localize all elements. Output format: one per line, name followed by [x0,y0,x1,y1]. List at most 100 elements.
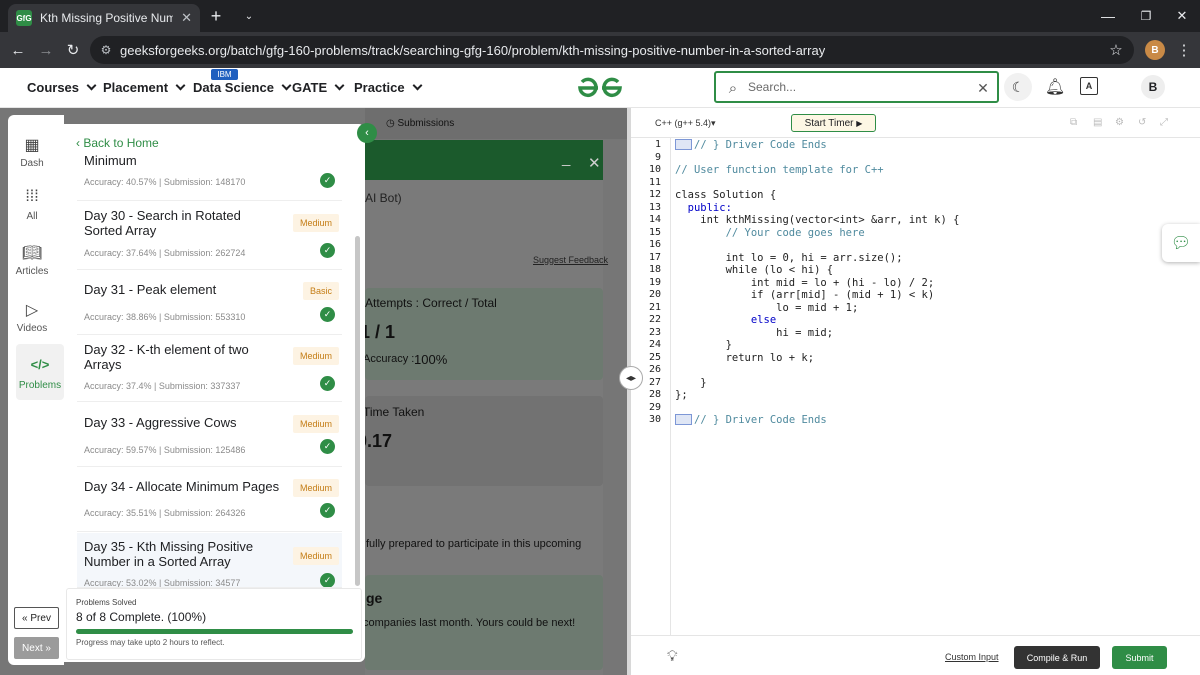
search-placeholder: Search... [748,80,797,94]
line-number: 9 [654,151,661,163]
promo-heading: ge [366,590,383,606]
line-number: 14 [648,214,661,225]
tab-search-chevron-icon[interactable]: ⌄ [240,7,258,25]
code-line: lo = mid + 1; [675,301,859,314]
sidebar-item-label: Articles [15,266,49,277]
list-item[interactable]: Day 31 - Peak element Basic Accuracy: 38… [77,271,342,335]
chevron-down-icon [334,80,345,91]
nav-data-science[interactable]: Data Science [193,80,292,95]
browser-tab[interactable]: GfG Kth Missing Positive Number in ✕ [8,4,200,32]
bell-icon[interactable]: 🔔︎ [1044,75,1066,99]
start-timer-button[interactable]: Start Timer ▶ [791,114,876,132]
line-number: 1 [654,139,661,150]
difficulty-badge: Medium [292,479,339,497]
collapse-panel-icon[interactable]: ‹ [357,123,377,143]
address-bar[interactable]: ⚙ geeksforgeeks.org/batch/gfg-160-proble… [90,36,1134,64]
nav-gate[interactable]: GATE [292,80,345,95]
code-line: // } Driver Code Ends [694,139,827,151]
submissions-tab-label: Submissions [397,118,455,129]
translate-icon[interactable]: A [1080,77,1098,95]
search-icon: ⌕ [728,79,738,97]
double-chevron-left-icon: « [22,612,31,624]
fold-marker-icon[interactable] [675,139,692,150]
code-line: hi = mid; [675,326,834,339]
profile-avatar[interactable]: B [1145,40,1165,60]
sidebar-item-dash[interactable]: ▦ Dash [0,135,64,169]
bookmark-star-icon[interactable]: ☆ [1106,40,1126,60]
minimize-icon[interactable]: — [1098,6,1118,26]
clear-search-icon[interactable]: ✕ [974,79,992,97]
browser-tab-bar: GfG Kth Missing Positive Number in ✕ + ⌄… [0,0,1200,32]
close-bot-icon[interactable]: ✕ [588,154,601,172]
line-number: 10 [648,164,661,175]
problem-accuracy: Accuracy: 35.51% | Submission: 264326 [84,508,246,518]
code-line: int mid = lo + (hi - lo) / 2; [675,276,935,289]
code-line: int kthMissing(vector<int> &arr, int k) … [675,214,960,226]
time-taken-label: Time Taken [363,405,425,419]
dark-mode-icon[interactable]: ☾ [1004,73,1032,101]
prev-button[interactable]: « Prev [14,607,59,629]
promo-text: companies last month. Yours could be nex… [363,617,576,629]
back-to-home-link[interactable]: ‹ Back to Home [76,136,159,150]
compile-run-button[interactable]: Compile & Run [1014,646,1100,669]
problem-accuracy: Accuracy: 37.64% | Submission: 262724 [84,248,246,258]
list-item[interactable]: Day 32 - K-th element of two Arrays Medi… [77,336,342,402]
custom-input-link[interactable]: Custom Input [945,652,999,662]
next-button[interactable]: Next » [14,637,59,659]
restore-icon[interactable]: ❐ [1136,6,1156,26]
play-icon: ▶ [856,118,863,128]
list-item[interactable]: Minimum Accuracy: 40.57% | Submission: 1… [77,154,342,201]
fullscreen-icon[interactable]: ⤢ [1160,117,1168,128]
nav-label: Data Science [193,80,274,95]
check-icon: ✓ [320,173,335,188]
new-tab-icon[interactable]: + [206,6,226,26]
sidebar-item-label: Videos [16,323,48,334]
resize-handle-icon[interactable]: ◂▸ [619,366,643,390]
list-scrollbar[interactable] [355,236,360,586]
problem-accuracy: Accuracy: 59.57% | Submission: 125486 [84,445,246,455]
forward-arrow-icon[interactable]: → [36,40,56,60]
sidebar-item-articles[interactable]: 📖︎ Articles [0,243,64,277]
submit-button[interactable]: Submit [1112,646,1167,669]
settings-icon[interactable]: ⚙ [1115,117,1124,128]
code-line: // User function template for C++ [675,164,884,176]
sidebar-item-all[interactable]: ⁞⁞⁞ All [0,188,64,222]
user-avatar[interactable]: B [1141,75,1165,99]
chevron-down-icon [412,80,423,91]
nav-practice[interactable]: Practice [354,80,423,95]
site-info-icon[interactable]: ⚙ [98,41,114,59]
problem-title: Day 30 - Search in Rotated Sorted Array [84,208,241,238]
lightbulb-icon[interactable]: 💡︎ [667,648,678,665]
reset-icon[interactable]: ↺ [1138,117,1146,128]
window-close-icon[interactable]: ✕ [1172,6,1192,26]
fold-marker-icon[interactable] [675,414,692,425]
search-input[interactable]: ⌕ Search... ✕ [714,71,999,103]
check-icon: ✓ [320,376,335,391]
copy-icon[interactable]: ⧉ [1070,117,1077,128]
language-select[interactable]: C++ (g++ 5.4)▾ [655,118,716,129]
gfg-logo-icon[interactable] [576,76,624,100]
suggest-feedback-link[interactable]: Suggest Feedback [533,255,608,265]
chat-icon[interactable]: 💬︎ [1162,224,1200,262]
browser-menu-icon[interactable]: ⋮ [1176,40,1192,60]
language-label: C++ (g++ 5.4) [655,118,712,128]
reload-icon[interactable]: ↻ [63,40,83,60]
sidebar-item-videos[interactable]: ▷ Videos [0,300,64,334]
list-item[interactable]: Day 34 - Allocate Minimum Pages Medium A… [77,468,342,532]
submissions-tab[interactable]: ◷ Submissions [386,118,454,129]
minimize-bot-icon[interactable]: _ [562,150,570,167]
list-item-current[interactable]: Day 35 - Kth Missing Positive Number in … [77,533,342,588]
tab-close-icon[interactable]: ✕ [181,10,192,26]
ibm-badge: IBM [211,69,238,80]
list-item[interactable]: Day 30 - Search in Rotated Sorted Array … [77,202,342,270]
code-line: } [675,376,707,389]
difficulty-badge: Medium [292,415,339,433]
back-arrow-icon[interactable]: ← [8,40,28,60]
problem-title: Minimum [84,154,137,168]
nav-placement[interactable]: Placement [103,80,186,95]
sidebar-item-problems[interactable]: </> Problems [8,357,72,391]
line-number: 13 [648,201,661,213]
list-item[interactable]: Day 33 - Aggressive Cows Medium Accuracy… [77,403,342,467]
nav-courses[interactable]: Courses [27,80,97,95]
file-icon[interactable]: ▤ [1093,117,1102,128]
